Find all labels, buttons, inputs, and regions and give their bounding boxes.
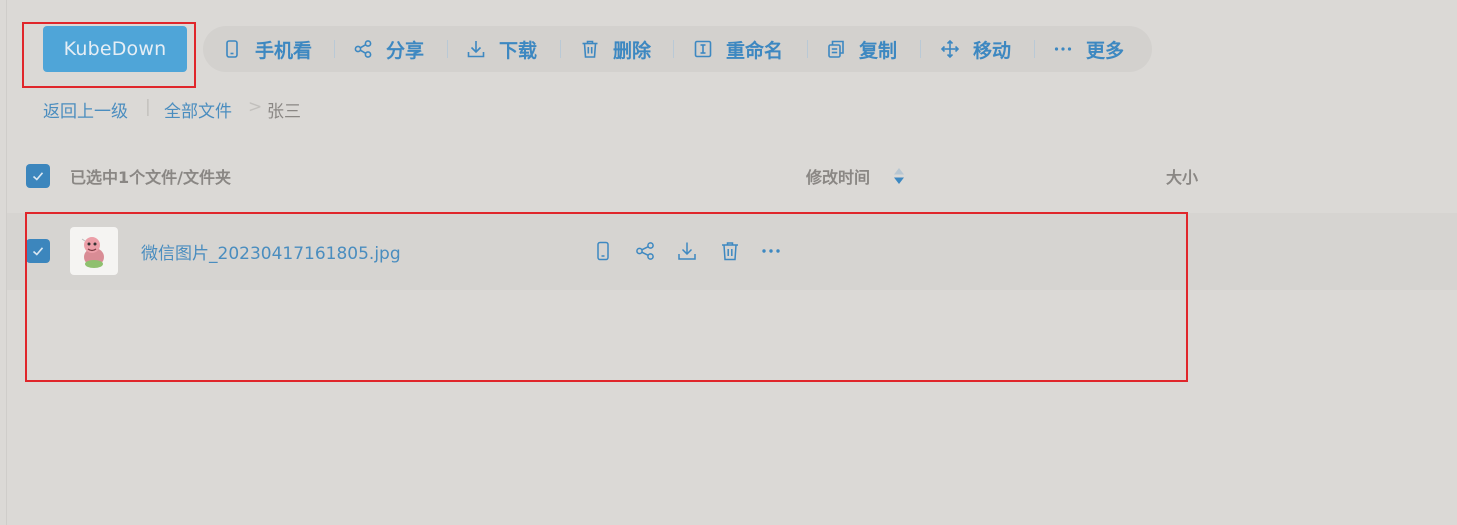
toolbar-divider (807, 40, 808, 58)
breadcrumb-current: 张三 (267, 102, 301, 122)
toolbar-share-label: 分享 (386, 39, 425, 62)
toolbar-download-button[interactable]: 下载 (466, 26, 537, 72)
rename-icon (694, 40, 712, 58)
toolbar-divider (560, 40, 561, 58)
toolbar-move-label: 移动 (973, 39, 1012, 62)
move-icon (940, 39, 960, 59)
download-icon (467, 41, 485, 58)
file-row-checkbox[interactable] (26, 239, 50, 263)
row-more-button[interactable] (760, 240, 782, 262)
toolbar-phone-label: 手机看 (255, 39, 313, 62)
row-phone-button[interactable] (592, 240, 614, 262)
toolbar-share-button[interactable]: 分享 (353, 26, 424, 72)
toolbar-rename-label: 重命名 (726, 39, 784, 62)
row-delete-button[interactable] (719, 240, 741, 262)
phone-icon (597, 241, 609, 261)
toolbar-copy-button[interactable]: 复制 (826, 26, 897, 72)
toolbar-download-label: 下载 (499, 39, 538, 62)
more-icon (1054, 47, 1072, 51)
image-thumbnail-icon (81, 237, 104, 268)
toolbar-divider (673, 40, 674, 58)
toolbar-more-label: 更多 (1086, 39, 1125, 62)
select-all-checkbox[interactable] (26, 164, 50, 188)
selection-count-label: 已选中1个文件/文件夹 (70, 168, 231, 187)
toolbar-move-button[interactable]: 移动 (940, 26, 1011, 72)
toolbar-divider (1034, 40, 1035, 58)
kubedown-button[interactable]: KubeDown (43, 26, 187, 72)
toolbar-phone-button[interactable]: 手机看 (222, 26, 312, 72)
more-icon (762, 249, 780, 253)
modified-time-column-header[interactable]: 修改时间 (806, 164, 870, 188)
toolbar-delete-button[interactable]: 删除 (580, 26, 651, 72)
toolbar-rename-button[interactable]: 重命名 (693, 26, 783, 72)
kubedown-button-label: KubeDown (63, 38, 167, 60)
row-share-button[interactable] (634, 240, 656, 262)
checkmark-icon (32, 172, 44, 181)
phone-icon (226, 40, 238, 58)
toolbar-divider (920, 40, 921, 58)
copy-icon (828, 40, 844, 58)
trash-icon (582, 40, 598, 58)
download-icon (678, 242, 696, 260)
breadcrumb-back-link[interactable]: 返回上一级 (43, 97, 128, 122)
checkmark-icon (32, 247, 44, 256)
share-icon (354, 40, 372, 58)
breadcrumb-divider: | (145, 97, 151, 117)
file-thumbnail[interactable] (70, 227, 118, 275)
sort-icon[interactable] (893, 166, 905, 186)
trash-icon (722, 242, 738, 261)
file-name-link[interactable]: 微信图片_20230417161805.jpg (141, 239, 401, 264)
breadcrumb-root-link[interactable]: 全部文件 (164, 97, 232, 122)
toolbar-copy-label: 复制 (859, 39, 898, 62)
toolbar-divider (447, 40, 448, 58)
row-download-button[interactable] (676, 240, 698, 262)
size-column-header[interactable]: 大小 (1166, 164, 1198, 188)
share-icon (636, 242, 654, 260)
toolbar-delete-label: 删除 (613, 39, 652, 62)
toolbar-more-button[interactable]: 更多 (1053, 26, 1124, 72)
breadcrumb-arrow: > (248, 97, 263, 117)
toolbar-divider (334, 40, 335, 58)
